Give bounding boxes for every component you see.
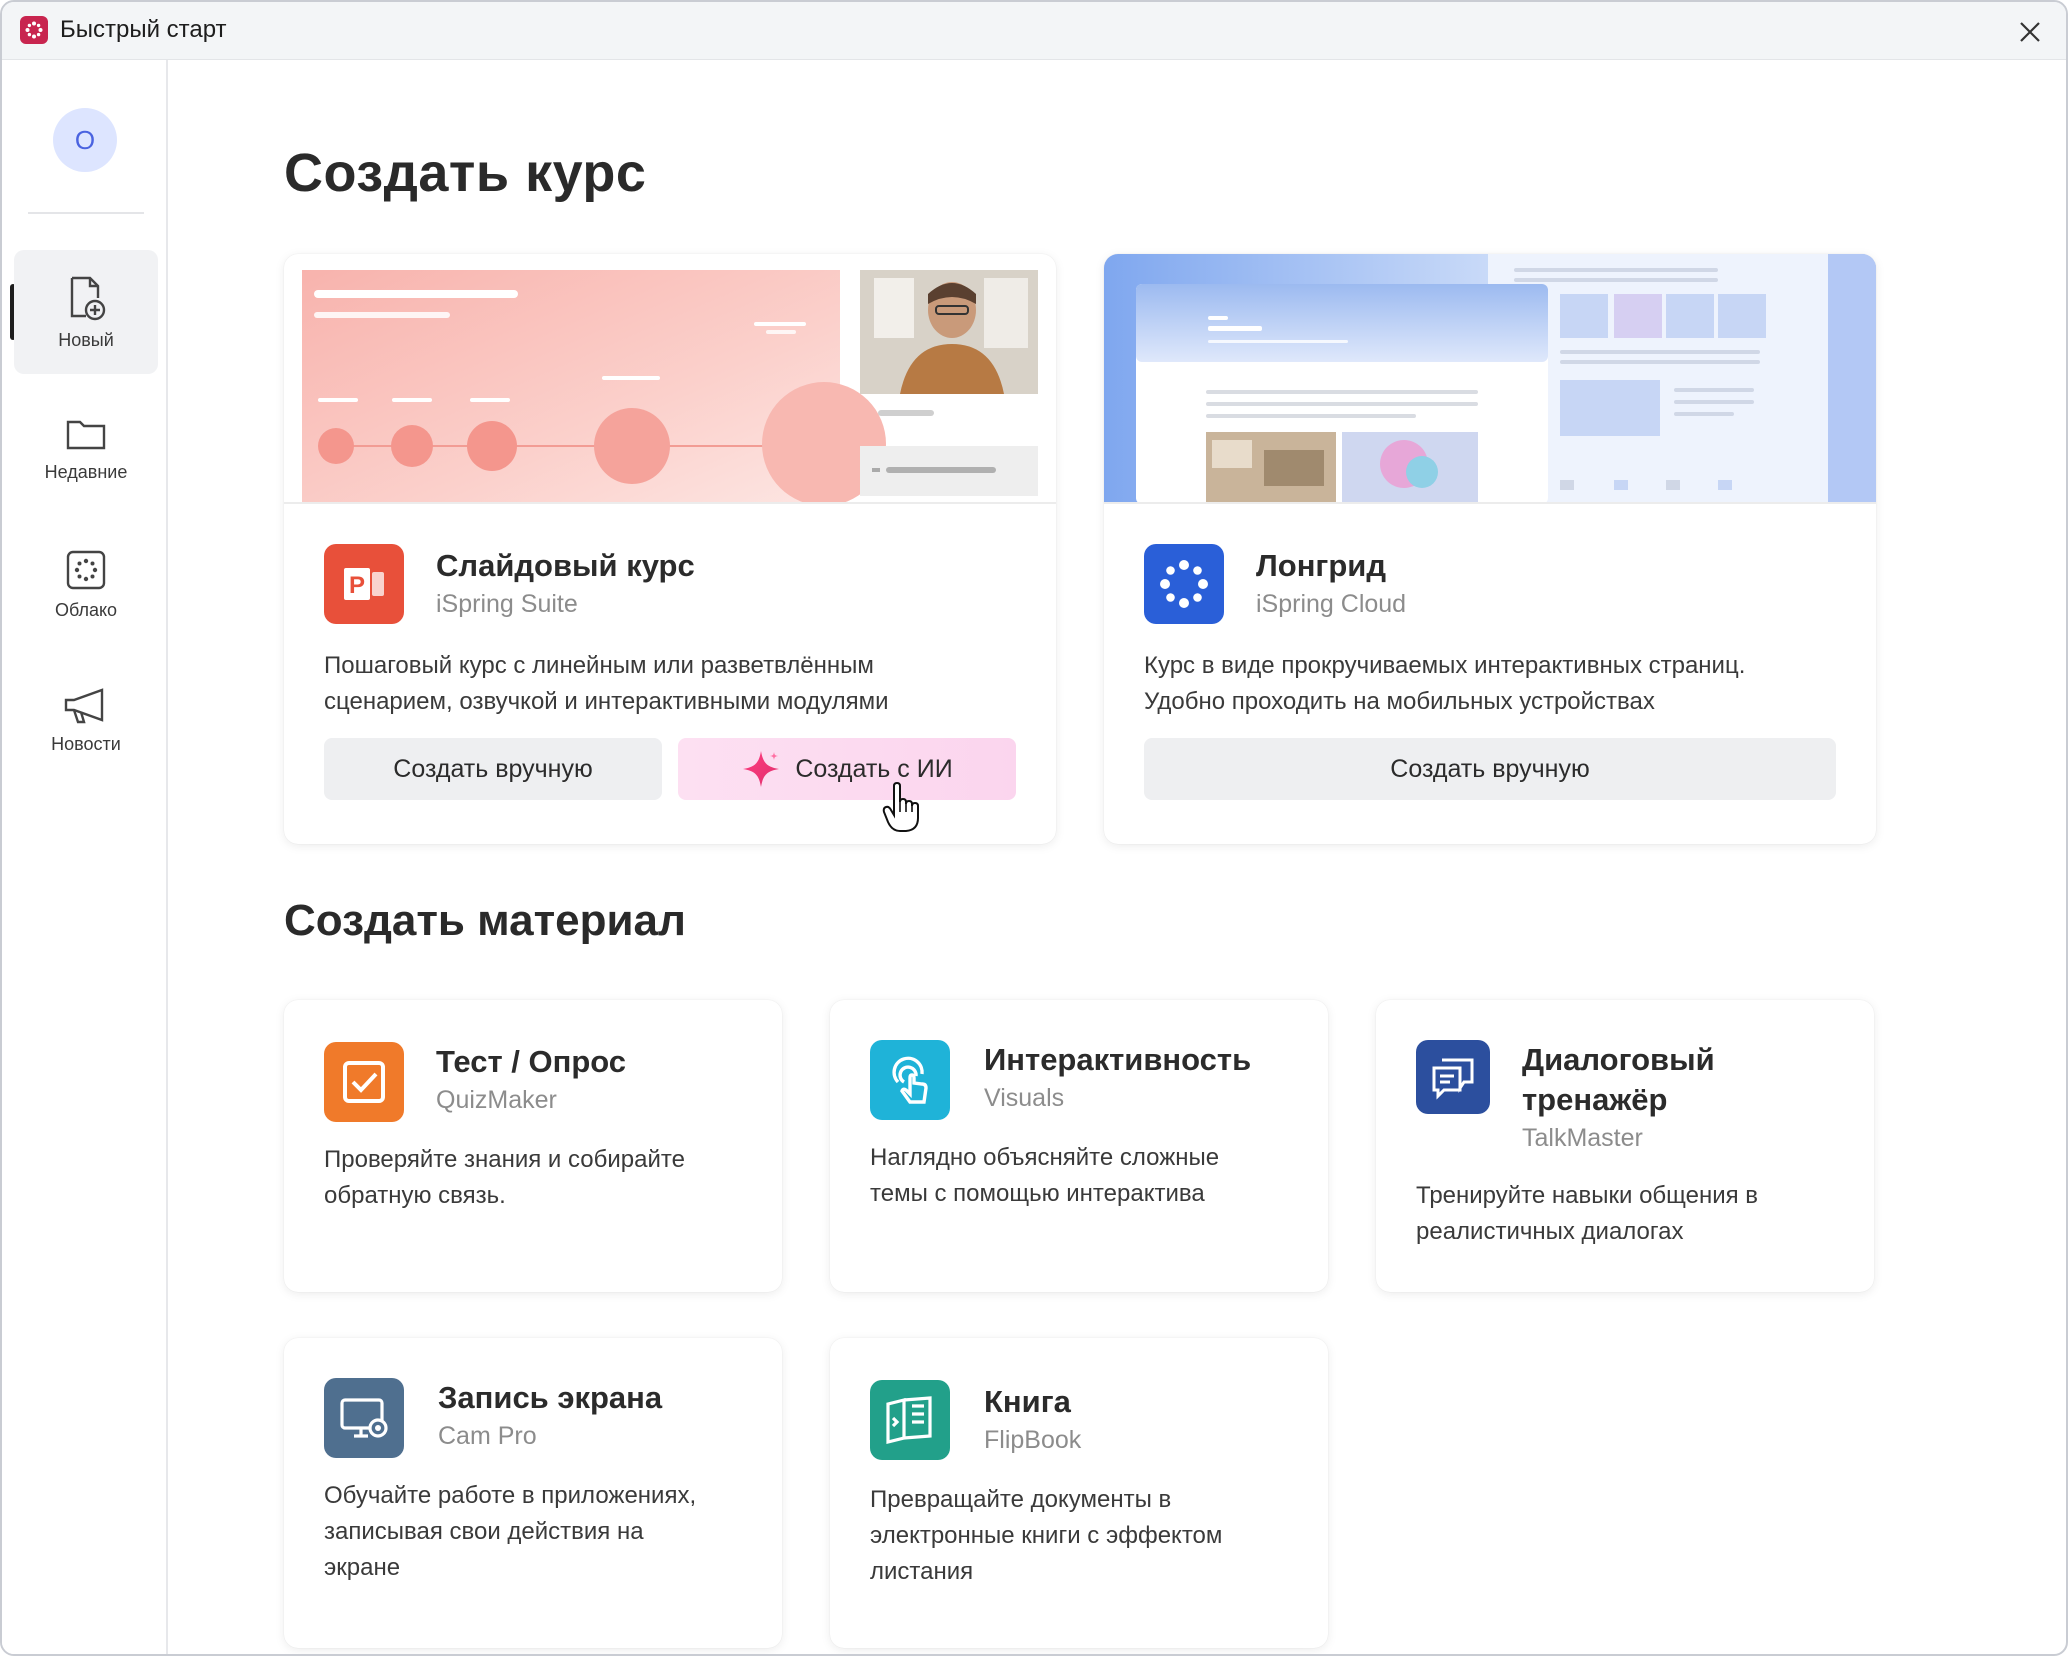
create-manually-button[interactable]: Создать вручную [324, 738, 662, 800]
sidebar-item-news[interactable]: Новости [14, 658, 158, 782]
powerpoint-icon: P [324, 544, 404, 624]
material-section-heading: Создать материал [284, 896, 686, 945]
sidebar-item-recent[interactable]: Недавние [14, 386, 158, 510]
book-card[interactable]: Книга FlipBook Превращайте документы в э… [830, 1338, 1328, 1648]
interactivity-card[interactable]: Интерактивность Visuals Наглядно объясня… [830, 1000, 1328, 1292]
card-description: Проверяйте знания и собирайте обратную с… [324, 1146, 685, 1209]
app-logo-icon [20, 16, 48, 44]
slide-course-card: P Слайдовый курс iSpring Suite Пошаговый… [284, 254, 1056, 844]
title-bar: Быстрый старт [2, 2, 2066, 60]
card-subtitle: iSpring Cloud [1256, 590, 1407, 618]
create-with-ai-button[interactable]: Создать с ИИ [678, 738, 1016, 800]
slide-course-preview [284, 254, 1056, 506]
folder-icon [66, 420, 106, 449]
card-title: Книга [984, 1384, 1071, 1419]
sidebar-divider [28, 212, 144, 214]
book-icon [870, 1380, 950, 1460]
card-subtitle: iSpring Suite [436, 590, 578, 618]
card-description: Наглядно объясняйте сложные темы с помощ… [870, 1144, 1220, 1207]
card-title: Лонгрид [1256, 548, 1386, 583]
avatar[interactable]: О [53, 108, 117, 172]
card-title: Интерактивность [984, 1042, 1252, 1077]
megaphone-icon [64, 687, 104, 723]
sidebar: О Новый Недавние Облако Новости [2, 60, 168, 1654]
window-title: Быстрый старт [60, 16, 227, 43]
screen-record-card[interactable]: Запись экрана Cam Pro Обучайте работе в … [284, 1338, 782, 1648]
close-button[interactable] [2010, 12, 2050, 52]
quiz-card[interactable]: Тест / Опрос QuizMaker Проверяйте знания… [284, 1000, 782, 1292]
sidebar-item-label: Облако [54, 599, 118, 620]
sidebar-item-label: Новости [51, 733, 121, 754]
hand-cursor-icon [882, 782, 919, 832]
card-description: Курс в виде прокручиваемых интерактивных… [1144, 652, 1746, 715]
close-icon [2020, 22, 2040, 42]
card-subtitle: QuizMaker [436, 1086, 557, 1114]
cloud-icon [66, 550, 106, 589]
card-subtitle: Visuals [984, 1084, 1065, 1112]
chat-icon [1416, 1040, 1490, 1114]
card-title: Слайдовый курс [436, 548, 695, 583]
card-description: Обучайте работе в приложениях, записывая… [324, 1482, 697, 1581]
card-description: Тренируйте навыки общения в реалистичных… [1416, 1182, 1759, 1245]
longread-preview [1104, 254, 1876, 504]
sidebar-item-cloud[interactable]: Облако [14, 522, 158, 646]
quiz-checkbox-icon [324, 1042, 404, 1122]
card-description: Пошаговый курс с линейным или разветвлён… [324, 652, 889, 715]
longread-card: Лонгрид iSpring Cloud Курс в виде прокру… [1104, 254, 1876, 844]
course-section-heading: Создать курс [284, 143, 647, 203]
card-title: Диалоговый тренажёр [1522, 1042, 1715, 1117]
create-manually-button[interactable]: Создать вручную [1144, 738, 1836, 800]
touch-icon [870, 1040, 950, 1120]
card-title: Тест / Опрос [436, 1044, 627, 1079]
sidebar-item-label: Новый [58, 329, 114, 350]
sidebar-item-label: Недавние [44, 461, 128, 482]
sparkle-icon [743, 751, 780, 787]
card-subtitle: FlipBook [984, 1426, 1082, 1454]
card-subtitle: Cam Pro [438, 1422, 537, 1450]
create-with-ai-label: Создать с ИИ [795, 754, 953, 783]
dialog-trainer-card[interactable]: Диалоговый тренажёр TalkMaster Тренируйт… [1376, 1000, 1874, 1292]
card-subtitle: TalkMaster [1522, 1124, 1643, 1152]
card-description: Превращайте документы в электронные книг… [870, 1486, 1223, 1585]
quick-start-window: Быстрый старт О Новый Недавние Облако Но… [0, 0, 2068, 1656]
sidebar-item-new[interactable]: Новый [14, 250, 158, 374]
screen-record-icon [324, 1378, 404, 1458]
new-file-icon [70, 276, 106, 320]
main-content: Создать курс P Слайдовый курс iSpring Su… [170, 60, 2066, 1654]
svg-text:P: P [349, 572, 365, 599]
card-title: Запись экрана [438, 1380, 663, 1415]
ispring-cloud-icon [1144, 544, 1224, 624]
